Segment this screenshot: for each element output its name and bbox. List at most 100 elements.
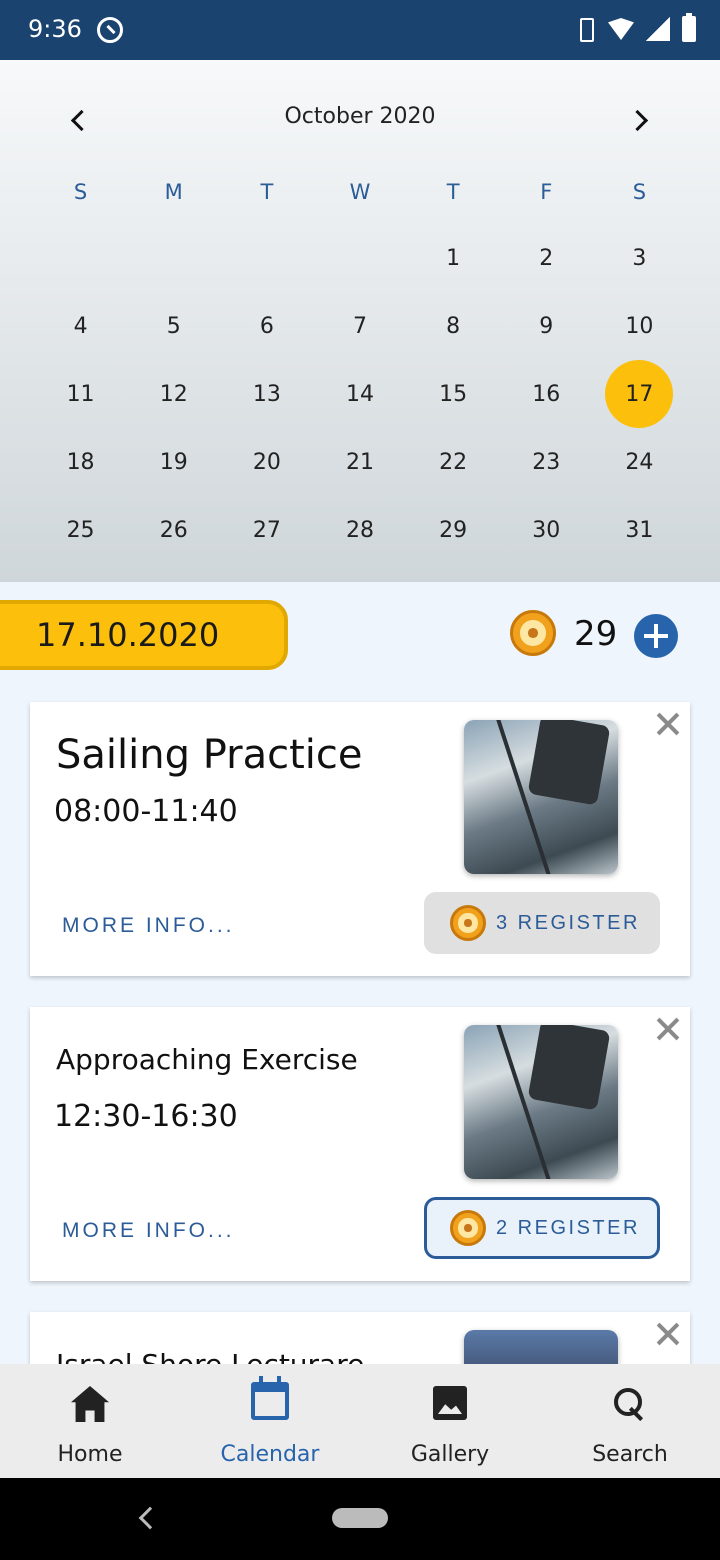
event-photo [464, 1025, 618, 1179]
wifi-icon [608, 18, 634, 40]
calendar-day[interactable]: 22 [407, 428, 500, 496]
register-button[interactable]: 2 REGISTER [424, 1197, 660, 1259]
calendar-day[interactable]: 4 [34, 292, 127, 360]
day-number: 17 [605, 360, 674, 428]
calendar-day[interactable]: 6 [220, 292, 313, 360]
calendar-empty-cell [220, 224, 313, 292]
status-time: 9:36 [28, 15, 82, 43]
day-number: 2 [539, 245, 554, 271]
nav-home[interactable]: Home [0, 1364, 180, 1478]
calendar-day[interactable]: 24 [593, 428, 686, 496]
weekday-label: S [73, 180, 88, 204]
image-icon [433, 1386, 467, 1420]
day-number: 8 [446, 313, 461, 339]
day-number: 27 [252, 517, 281, 543]
add-event-button[interactable] [634, 614, 678, 658]
day-number: 15 [439, 381, 468, 407]
calendar-day[interactable]: 27 [220, 496, 313, 564]
calendar-day[interactable]: 12 [127, 360, 220, 428]
weekday-label: F [540, 180, 553, 204]
weekday-label: T [446, 180, 460, 204]
calendar-day[interactable]: 30 [500, 496, 593, 564]
day-number: 10 [625, 313, 654, 339]
day-number: 7 [352, 313, 367, 339]
home-pill[interactable] [332, 1508, 388, 1528]
calendar-day[interactable]: 13 [220, 360, 313, 428]
selected-date-badge: 17.10.2020 [0, 600, 288, 670]
back-icon[interactable] [138, 1506, 162, 1530]
calendar-month-title: October 2020 [284, 104, 436, 129]
calendar-day[interactable]: 11 [34, 360, 127, 428]
status-icons [574, 13, 696, 42]
calendar-empty-cell [127, 224, 220, 292]
nav-label: Gallery [410, 1442, 490, 1467]
search-icon [612, 1386, 648, 1422]
calendar: October 2020 SMTWTFS 1 2 3 4 5 6 7 8 9 10 11 12 13 14… [0, 60, 720, 582]
calendar-day[interactable]: 25 [34, 496, 127, 564]
calendar-day[interactable]: 2 [500, 224, 593, 292]
next-month-icon[interactable] [620, 102, 660, 142]
day-number: 31 [625, 517, 654, 543]
calendar-day[interactable]: 16 [500, 360, 593, 428]
register-label: 3 REGISTER [496, 911, 640, 934]
day-number [140, 224, 208, 292]
calendar-day[interactable]: 15 [407, 360, 500, 428]
system-navigation-bar [0, 1478, 720, 1560]
calendar-day[interactable]: 19 [127, 428, 220, 496]
calendar-day[interactable]: 17 [593, 360, 686, 428]
battery-icon [682, 13, 696, 42]
day-number: 25 [66, 517, 95, 543]
calendar-empty-cell [313, 224, 406, 292]
calendar-day[interactable]: 1 [407, 224, 500, 292]
register-button[interactable]: 3 REGISTER [424, 892, 660, 954]
calendar-day[interactable]: 8 [407, 292, 500, 360]
close-icon[interactable] [654, 1320, 682, 1348]
day-number: 9 [539, 313, 554, 339]
ship-wheel-icon [450, 1210, 486, 1246]
calendar-day[interactable]: 7 [313, 292, 406, 360]
nav-label: Search [592, 1442, 668, 1467]
calendar-day[interactable]: 21 [313, 428, 406, 496]
calendar-day[interactable]: 9 [500, 292, 593, 360]
day-number: 20 [252, 449, 281, 475]
day-number: 26 [159, 517, 188, 543]
calendar-day[interactable]: 10 [593, 292, 686, 360]
more-info-link[interactable]: MORE INFO... [62, 1219, 235, 1243]
calendar-day[interactable]: 29 [407, 496, 500, 564]
status-bar: 9:36 [0, 0, 720, 60]
day-number: 28 [345, 517, 374, 543]
nav-label: Home [57, 1442, 123, 1467]
calendar-day[interactable]: 26 [127, 496, 220, 564]
day-number: 13 [252, 381, 281, 407]
data-saver-icon [97, 17, 123, 43]
close-icon[interactable] [654, 1015, 682, 1043]
calendar-empty-cell [34, 224, 127, 292]
calendar-day[interactable]: 18 [34, 428, 127, 496]
calendar-day[interactable]: 23 [500, 428, 593, 496]
day-number: 3 [632, 245, 647, 271]
calendar-day[interactable]: 20 [220, 428, 313, 496]
helm-count: 29 [574, 614, 618, 654]
calendar-day[interactable]: 28 [313, 496, 406, 564]
signal-icon [646, 17, 670, 41]
nav-gallery[interactable]: Gallery [360, 1364, 540, 1478]
calendar-day[interactable]: 3 [593, 224, 686, 292]
day-number: 5 [166, 313, 181, 339]
event-card: Approaching Exercise 12:30-16:30 MORE IN… [30, 1007, 690, 1281]
ship-wheel-icon [450, 905, 486, 941]
calendar-day[interactable]: 31 [593, 496, 686, 564]
previous-month-icon[interactable] [60, 102, 100, 142]
day-number: 14 [345, 381, 374, 407]
event-photo [464, 720, 618, 874]
nav-calendar[interactable]: Calendar [180, 1364, 360, 1478]
calendar-day[interactable]: 14 [313, 360, 406, 428]
day-number: 30 [532, 517, 561, 543]
nav-search[interactable]: Search [540, 1364, 720, 1478]
close-icon[interactable] [654, 710, 682, 738]
weekday-header: SMTWTFS [34, 180, 686, 204]
bottom-navigation: Home Calendar Gallery Search [0, 1364, 720, 1478]
day-number: 1 [446, 245, 461, 271]
day-number: 4 [73, 313, 88, 339]
more-info-link[interactable]: MORE INFO... [62, 914, 235, 938]
calendar-day[interactable]: 5 [127, 292, 220, 360]
